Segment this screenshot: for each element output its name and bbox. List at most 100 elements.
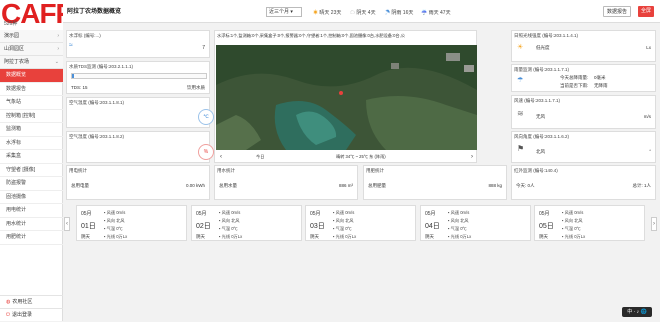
range-select[interactable]: 近三个月 ▾ bbox=[266, 7, 302, 17]
nav-item-pool-camera[interactable]: 固池摄像 bbox=[0, 191, 63, 204]
stat-sunny-text: 晴天 23天 bbox=[319, 10, 342, 16]
wind-dir-desc: 北风 bbox=[536, 149, 545, 154]
forecast-card: 05月 05日 阴天 ▪ 风速 0m/s ▪ 风向 北风 ▪ 气温 0℃ ▪ 光… bbox=[534, 205, 645, 241]
stat-shower: ☂ 阴雨 16天 bbox=[385, 9, 413, 16]
fert-value: 888 kg bbox=[488, 183, 502, 188]
forecast-card: 05月 04日 阴天 ▪ 风速 0m/s ▪ 风向 北风 ▪ 气温 0℃ ▪ 光… bbox=[420, 205, 531, 241]
community-link[interactable]: ◍ 农用社区 bbox=[0, 295, 63, 308]
rain-card: 雨量监测 (编号:203.1.1.7.1) ☂ 今天总降雨量: 0毫米 当前是否… bbox=[511, 64, 656, 92]
forecast-temp: ▪ 气温 0℃ bbox=[562, 226, 581, 231]
sidebar-footer: ◍ 农用社区 ⏻ 退出登录 bbox=[0, 295, 63, 321]
nav-item-control[interactable]: 控制箱 [控制] bbox=[0, 110, 63, 123]
card-title: 空气湿度 (编号:203.1.1.8.2) bbox=[69, 134, 125, 139]
forecast-light-value: 0万Lx bbox=[116, 234, 128, 239]
report-button[interactable]: 数据报告 bbox=[603, 6, 632, 17]
logout-icon: ⏻ bbox=[6, 312, 10, 318]
nav-item-fert[interactable]: 用肥统计 bbox=[0, 231, 63, 245]
nav-item-water[interactable]: 用水统计 bbox=[0, 218, 63, 231]
nav-item-monitor[interactable]: 监测箱 bbox=[0, 123, 63, 137]
nav-group-cave[interactable]: 山洞园区 › bbox=[0, 43, 63, 56]
chevron-down-icon: ▾ bbox=[290, 9, 293, 15]
power-card: 用电统计 总用电量 0.00 kWh bbox=[66, 165, 210, 200]
forecast-temp-value: 0℃ bbox=[460, 226, 467, 231]
power-value: 0.00 kWh bbox=[185, 183, 205, 188]
nav-group-demo[interactable]: 演示园 › bbox=[0, 30, 63, 43]
nav-item-camera[interactable]: 守望者 [摄像] bbox=[0, 164, 63, 177]
shower-icon: ☂ bbox=[385, 10, 391, 16]
air-hum-gauge: % bbox=[198, 144, 214, 160]
rain-icon: ☂ bbox=[517, 77, 524, 84]
forecast-speed: ▪ 风速 0m/s bbox=[219, 210, 241, 215]
map-panel: 水浮标:1个,监测箱:0个,采集盒子:0个,报警器:0个,守望者:1个,控制箱:… bbox=[214, 30, 477, 163]
wind-desc: 无风 bbox=[536, 114, 545, 119]
chevron-right-icon[interactable]: › bbox=[471, 154, 473, 160]
nav-item-buoy[interactable]: 水浮标 bbox=[0, 137, 63, 150]
nav-item-weather[interactable]: 气象站 bbox=[0, 96, 63, 110]
fullscreen-button[interactable]: 全屏 bbox=[638, 6, 655, 17]
range-select-value: 近三个月 bbox=[269, 9, 290, 15]
forecast-speed-label: 风速 bbox=[335, 210, 345, 215]
light-icon: ☀ bbox=[517, 44, 524, 51]
nav-item-power[interactable]: 用电统计 bbox=[0, 204, 63, 218]
wind-unit: m/s bbox=[643, 114, 651, 119]
logout-link[interactable]: ⏻ 退出登录 bbox=[0, 308, 63, 321]
air-temp-gauge: ℃ bbox=[198, 109, 214, 125]
nav-group-aladdin[interactable]: 阿拉丁农场 ⌄ bbox=[0, 56, 63, 69]
forecast-dir: ▪ 风向 北风 bbox=[104, 218, 125, 223]
tds-label: TDS: 15 bbox=[71, 85, 88, 90]
ir-total: 总计: 1人 bbox=[632, 183, 651, 188]
forecast-dir: ▪ 风向 北风 bbox=[562, 218, 583, 223]
forecast-dir-value: 北风 bbox=[574, 218, 583, 223]
satellite-image bbox=[216, 45, 477, 150]
forecast-temp-label: 气温 bbox=[335, 226, 345, 231]
sidebar: CAFFZ 526种 演示园 › 山洞园区 › 阿拉丁农场 ⌄ 数据概览 数据报告 气… bbox=[0, 0, 89, 321]
card-title: 用水统计 bbox=[217, 168, 235, 173]
forecast-light-value: 0万Lx bbox=[574, 234, 586, 239]
forecast-day: 02日 bbox=[196, 223, 211, 230]
forecast-month: 05月 bbox=[81, 211, 92, 217]
nav-item-collector[interactable]: 采集盒 bbox=[0, 150, 63, 164]
ime-widget[interactable]: 中 · ♪ 🌐 bbox=[622, 307, 652, 317]
forecast-dir-value: 北风 bbox=[460, 218, 469, 223]
card-title: 日照光线强度 (编号:203.1.1.4.1) bbox=[514, 33, 579, 38]
forecast-day: 03日 bbox=[310, 223, 325, 230]
forecast-weather: 阴天 bbox=[539, 234, 548, 239]
nav-item-report[interactable]: 数据报告 bbox=[0, 83, 63, 96]
community-label: 农用社区 bbox=[12, 299, 33, 305]
nav-item-overview[interactable]: 数据概览 bbox=[0, 69, 63, 83]
logout-label: 退出登录 bbox=[11, 312, 32, 318]
light-card: 日照光线强度 (编号:203.1.1.4.1) ☀ 低光度 Lx bbox=[511, 30, 656, 62]
light-unit: Lx bbox=[646, 45, 651, 50]
ir-card: 红外监测 (编号:140.4) 今天: 0人 总计: 1人 bbox=[511, 165, 656, 200]
forecast-day: 01日 bbox=[81, 223, 96, 230]
card-title: 用电统计 bbox=[69, 168, 87, 173]
water-card: 用水统计 总用水量 886 m³ bbox=[214, 165, 358, 200]
rain-now-label: 当前是否下雨: bbox=[560, 83, 589, 88]
rain-total-value: 0毫米 bbox=[594, 75, 606, 80]
light-desc: 低光度 bbox=[536, 45, 550, 50]
card-title: 风速 (编号:203.1.1.7.1) bbox=[514, 98, 561, 103]
rain-total-label: 今天总降雨量: bbox=[560, 75, 589, 80]
forecast-temp-label: 气温 bbox=[450, 226, 460, 231]
forecast-weather: 阴天 bbox=[310, 234, 319, 239]
forecast-light-value: 0万Lx bbox=[231, 234, 243, 239]
logo: CAFFZ 526种 bbox=[0, 0, 89, 30]
forecast-temp-label: 气温 bbox=[106, 226, 116, 231]
fert-card: 用肥统计 总用肥量 888 kg bbox=[363, 165, 507, 200]
forecast-dir: ▪ 风向 北风 bbox=[448, 218, 469, 223]
buoy-icon: ≈ bbox=[69, 42, 73, 49]
forecast-speed-value: 0m/s bbox=[574, 210, 584, 215]
nav-item-alarm[interactable]: 防盗报警 bbox=[0, 177, 63, 191]
forecast-prev-button[interactable]: ‹ bbox=[64, 217, 70, 231]
forecast-month: 05月 bbox=[196, 211, 207, 217]
card-title: 水质TDS监测 (编号:203.2.1.1.1) bbox=[69, 64, 134, 69]
stat-sunny: ☀ 晴天 23天 bbox=[313, 9, 341, 16]
satellite-map[interactable] bbox=[216, 45, 477, 150]
forecast-temp-label: 气温 bbox=[564, 226, 574, 231]
card-title: 用肥统计 bbox=[366, 168, 384, 173]
wind-vane-icon: ⚑ bbox=[517, 144, 525, 153]
chevron-left-icon[interactable]: ‹ bbox=[220, 154, 222, 160]
card-title: 风向角度 (编号:203.1.1.6.2) bbox=[514, 134, 570, 139]
forecast-temp: ▪ 气温 0℃ bbox=[104, 226, 123, 231]
forecast-next-button[interactable]: › bbox=[651, 217, 657, 231]
